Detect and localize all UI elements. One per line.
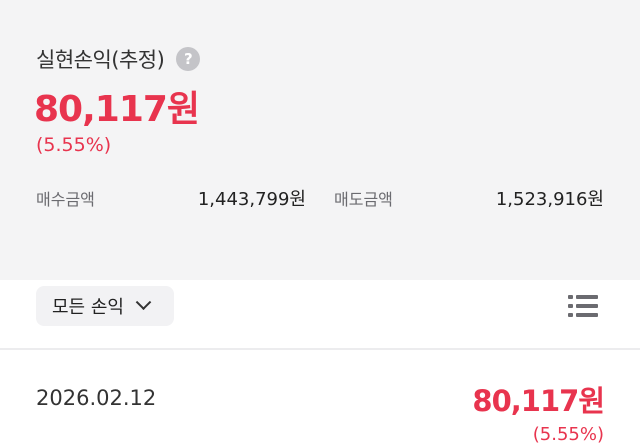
list-view-icon[interactable] bbox=[568, 293, 598, 319]
row-date: 2026.02.12 bbox=[36, 386, 157, 410]
row-rate: (5.55%) bbox=[532, 424, 604, 445]
summary-title: 실현손익(추정) bbox=[36, 48, 165, 72]
pnl-rate: (5.55%) bbox=[36, 134, 112, 156]
sell-amount-label: 매도금액 bbox=[334, 190, 393, 209]
summary-title-row: 실현손익(추정) ? bbox=[36, 44, 201, 74]
pnl-amount: 80,117원 bbox=[34, 89, 200, 130]
buy-amount-value: 1,443,799원 bbox=[197, 189, 306, 210]
sell-amount-value: 1,523,916원 bbox=[495, 189, 604, 210]
row-amount: 80,117원 bbox=[472, 384, 605, 418]
pnl-filter-label: 모든 손익 bbox=[52, 297, 124, 318]
pnl-filter-dropdown[interactable]: 모든 손익 bbox=[36, 286, 174, 326]
section-divider bbox=[0, 348, 640, 350]
buy-amount-label: 매수금액 bbox=[36, 190, 95, 209]
chevron-down-icon bbox=[135, 293, 152, 310]
realized-pnl-summary: 실현손익(추정) ? 80,117원 (5.55%) 매수금액 1,443,79… bbox=[0, 0, 640, 280]
help-icon[interactable]: ? bbox=[176, 47, 201, 71]
